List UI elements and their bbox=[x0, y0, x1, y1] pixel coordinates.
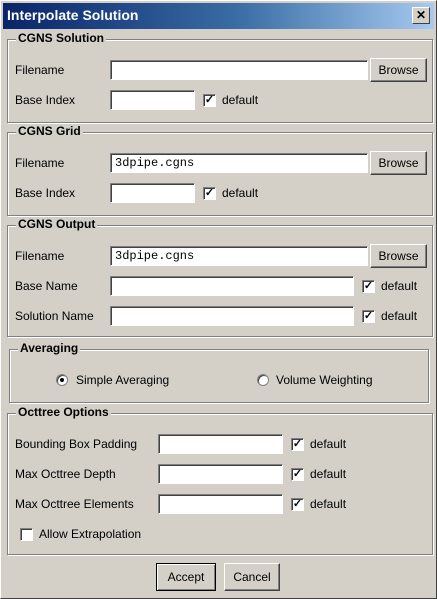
radio-selected-dot bbox=[60, 378, 64, 382]
output-solution-name-default-checkbox[interactable]: ✓ bbox=[362, 310, 375, 323]
max-elements-label: Max Octtree Elements bbox=[15, 497, 134, 511]
grid-default-label: default bbox=[222, 186, 259, 200]
grid-filename-label: Filename bbox=[15, 156, 65, 170]
volume-weighting-radio[interactable] bbox=[257, 374, 269, 386]
output-filename-input[interactable]: 3dpipe.cgns bbox=[110, 246, 368, 266]
accept-button[interactable]: Accept bbox=[156, 563, 216, 591]
window-title: Interpolate Solution bbox=[7, 7, 139, 23]
solution-base-index-input[interactable] bbox=[110, 90, 195, 110]
output-base-name-label: Base Name bbox=[15, 279, 78, 293]
octtree-legend: Octtree Options bbox=[16, 405, 111, 419]
solution-filename-input[interactable] bbox=[110, 60, 368, 80]
grid-default-checkbox[interactable]: ✓ bbox=[203, 187, 216, 200]
output-base-name-input[interactable] bbox=[110, 276, 354, 296]
depth-default-label: default bbox=[310, 467, 347, 481]
grid-browse-button[interactable]: Browse bbox=[370, 151, 427, 175]
cgns-grid-group: CGNS Grid Filename 3dpipe.cgns Browse Ba… bbox=[7, 124, 433, 216]
output-filename-label: Filename bbox=[15, 249, 65, 263]
solution-browse-button[interactable]: Browse bbox=[370, 58, 427, 82]
cgns-grid-legend: CGNS Grid bbox=[16, 124, 83, 138]
cgns-solution-group: CGNS Solution Filename Browse Base Index… bbox=[7, 31, 433, 123]
allow-extrapolation-label: Allow Extrapolation bbox=[39, 527, 142, 541]
title-bar[interactable]: Interpolate Solution ✕ bbox=[3, 3, 434, 29]
allow-extrapolation-checkbox[interactable] bbox=[20, 528, 33, 541]
octtree-options-group: Octtree Options Bounding Box Padding ✓ d… bbox=[7, 405, 433, 555]
bbox-default-label: default bbox=[310, 437, 347, 451]
solution-default-checkbox[interactable]: ✓ bbox=[203, 94, 216, 107]
solution-base-index-label: Base Index bbox=[15, 93, 76, 107]
elements-default-checkbox[interactable]: ✓ bbox=[291, 498, 304, 511]
cgns-solution-legend: CGNS Solution bbox=[16, 31, 106, 45]
volume-weighting-label: Volume Weighting bbox=[276, 373, 373, 387]
output-base-name-default-checkbox[interactable]: ✓ bbox=[362, 280, 375, 293]
solution-default-label: default bbox=[222, 93, 259, 107]
close-button[interactable]: ✕ bbox=[412, 7, 430, 24]
simple-averaging-radio[interactable] bbox=[56, 374, 68, 386]
simple-averaging-label: Simple Averaging bbox=[76, 373, 170, 387]
bbox-default-checkbox[interactable]: ✓ bbox=[291, 438, 304, 451]
bbox-padding-input[interactable] bbox=[158, 434, 283, 454]
grid-filename-input[interactable]: 3dpipe.cgns bbox=[110, 153, 368, 173]
cancel-button[interactable]: Cancel bbox=[224, 563, 280, 591]
bbox-padding-label: Bounding Box Padding bbox=[15, 437, 138, 451]
max-depth-label: Max Octtree Depth bbox=[15, 467, 116, 481]
output-solution-name-input[interactable] bbox=[110, 306, 354, 326]
averaging-legend: Averaging bbox=[18, 341, 81, 355]
max-depth-input[interactable] bbox=[158, 464, 283, 484]
cgns-output-group: CGNS Output Filename 3dpipe.cgns Browse … bbox=[7, 217, 433, 337]
averaging-group: Averaging Simple Averaging Volume Weight… bbox=[9, 341, 429, 403]
grid-base-index-input[interactable] bbox=[110, 183, 195, 203]
output-browse-button[interactable]: Browse bbox=[370, 244, 427, 268]
output-solution-name-default-label: default bbox=[381, 309, 418, 323]
cgns-output-legend: CGNS Output bbox=[16, 217, 98, 231]
max-elements-input[interactable] bbox=[158, 494, 283, 514]
elements-default-label: default bbox=[310, 497, 347, 511]
grid-base-index-label: Base Index bbox=[15, 186, 76, 200]
solution-filename-label: Filename bbox=[15, 63, 65, 77]
output-solution-name-label: Solution Name bbox=[15, 309, 94, 323]
depth-default-checkbox[interactable]: ✓ bbox=[291, 468, 304, 481]
output-base-name-default-label: default bbox=[381, 279, 418, 293]
interpolate-solution-window: Interpolate Solution ✕ CGNS Solution Fil… bbox=[0, 0, 437, 599]
